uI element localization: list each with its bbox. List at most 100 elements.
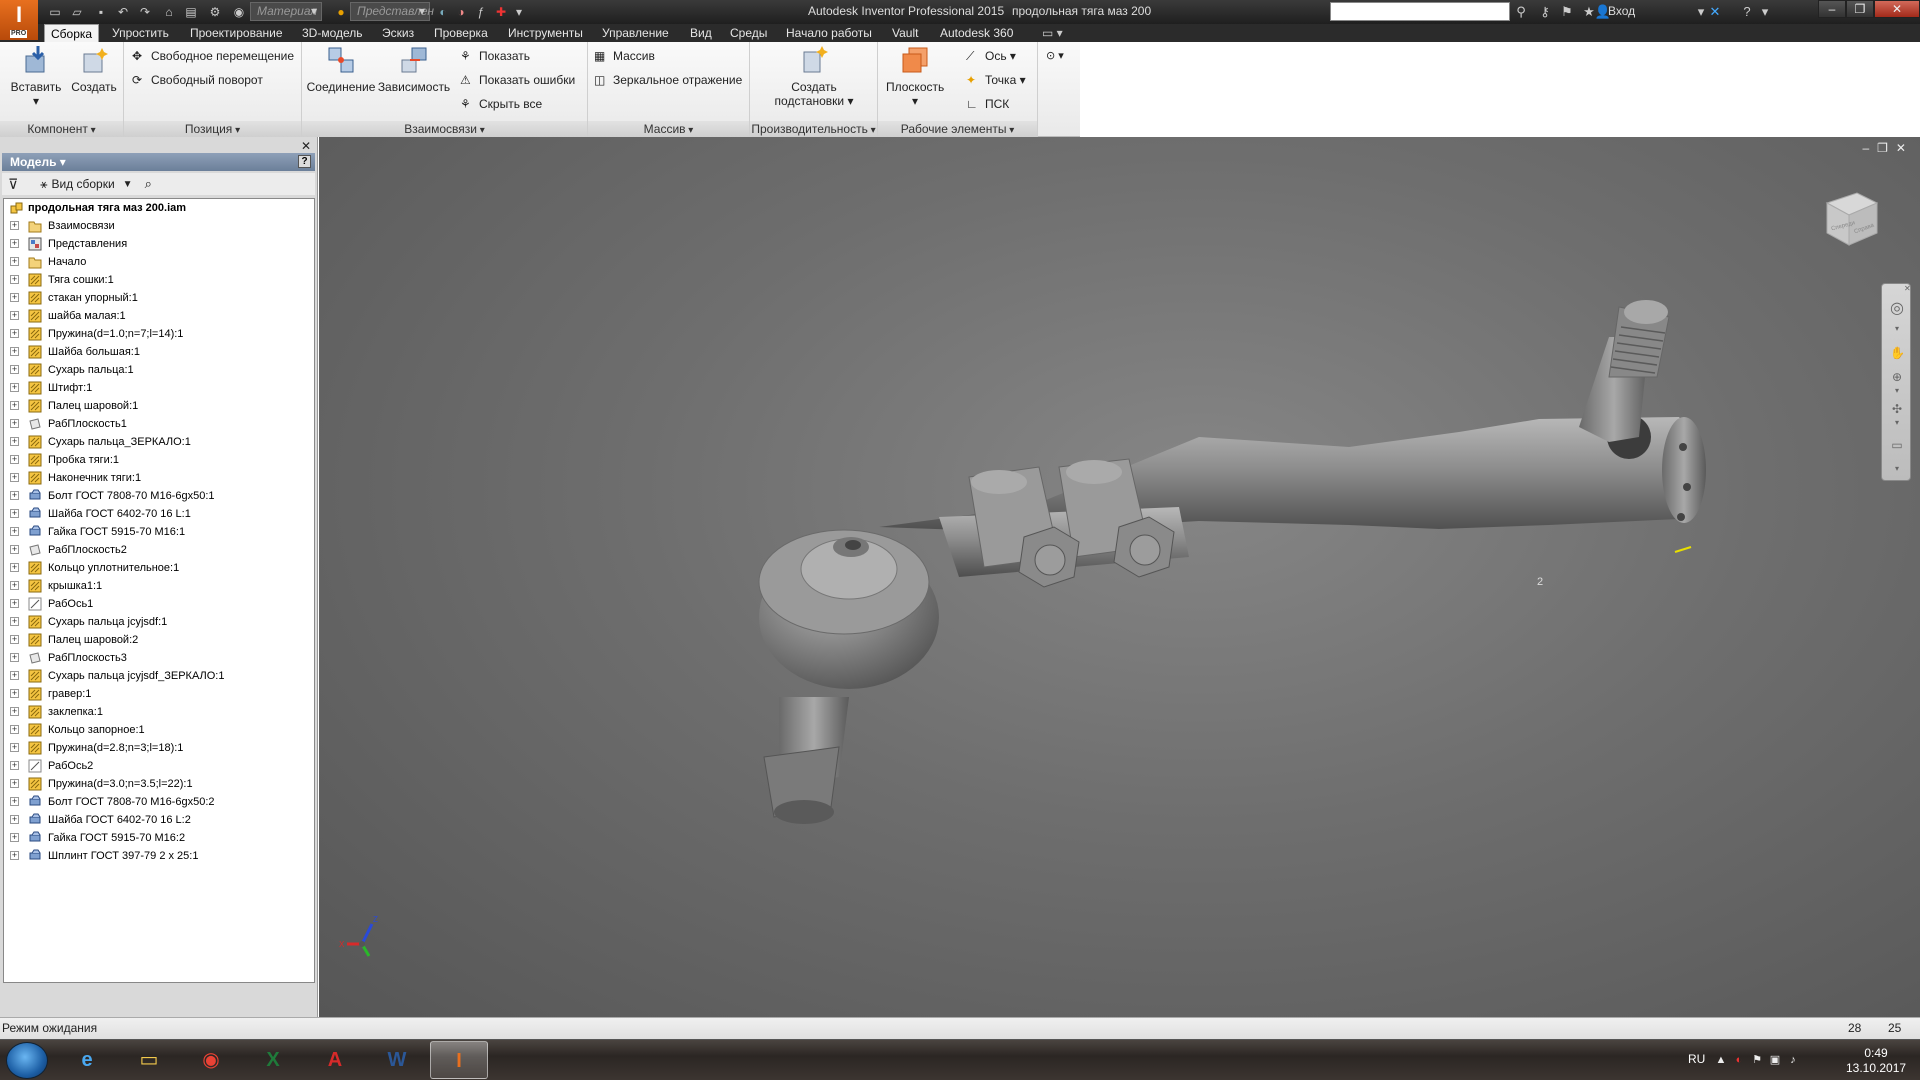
tree-item[interactable]: + Сухарь пальца jcyjsdf:1 (4, 613, 314, 631)
ucs-button[interactable]: ∟ ПСК (966, 97, 1009, 111)
tree-item[interactable]: + крышка1:1 (4, 577, 314, 595)
tree-item[interactable]: + РабОсь2 (4, 757, 314, 775)
close-button[interactable]: ✕ (1874, 0, 1920, 18)
tab-get-started[interactable]: Начало работы (780, 24, 878, 42)
expand-icon[interactable]: + (10, 329, 19, 338)
tab-autodesk-360[interactable]: Autodesk 360 (934, 24, 1019, 42)
autocad-icon[interactable]: A (306, 1041, 364, 1079)
help-icon[interactable]: ? (1738, 3, 1756, 21)
tree-item[interactable]: + Начало (4, 253, 314, 271)
panel-title-pattern[interactable]: Массив (588, 121, 749, 137)
expand-icon[interactable]: + (10, 293, 19, 302)
search-icon[interactable]: ⚲ (1512, 3, 1530, 21)
ribbon-overflow-icon[interactable]: ⊙ ▾ (1046, 49, 1064, 62)
language-indicator[interactable]: RU (1688, 1052, 1705, 1066)
word-icon[interactable]: W (368, 1041, 426, 1079)
tree-root[interactable]: продольная тяга маз 200.iam (4, 199, 314, 217)
expand-icon[interactable]: + (10, 221, 19, 230)
open-file-icon[interactable]: ▱ (68, 3, 86, 21)
tab-3d-model[interactable]: 3D-модель (296, 24, 369, 42)
expand-icon[interactable]: + (10, 653, 19, 662)
tab-simplify[interactable]: Упростить (106, 24, 175, 42)
adjust-icon[interactable]: ◐ (434, 3, 452, 21)
tree-item[interactable]: + Шайба ГОСТ 6402-70 16 L:2 (4, 811, 314, 829)
maximize-button[interactable]: ❐ (1846, 0, 1874, 18)
expand-icon[interactable]: + (10, 509, 19, 518)
tree-item[interactable]: + Сухарь пальца jcyjsdf_ЗЕРКАЛО:1 (4, 667, 314, 685)
expand-icon[interactable]: + (10, 581, 19, 590)
insert-button[interactable]: Вставить ▾ (8, 44, 64, 108)
tree-item[interactable]: + Пружина(d=3.0;n=3.5;l=22):1 (4, 775, 314, 793)
update-icon[interactable]: ⚙ (206, 3, 224, 21)
redo-icon[interactable]: ↷ (136, 3, 154, 21)
browser-close-icon[interactable]: ✕ (301, 139, 311, 153)
application-menu-button[interactable]: I PRO (0, 0, 38, 40)
action-center-icon[interactable]: ⚑ (1750, 1053, 1764, 1067)
show-button[interactable]: ⚘ Показать (460, 49, 530, 63)
expand-icon[interactable]: + (10, 797, 19, 806)
undo-icon[interactable]: ↶ (114, 3, 132, 21)
expand-icon[interactable]: + (10, 671, 19, 680)
expand-icon[interactable]: + (10, 617, 19, 626)
tab-view[interactable]: Вид (684, 24, 718, 42)
tree-item[interactable]: + Кольцо запорное:1 (4, 721, 314, 739)
clear-icon[interactable]: ◑ (452, 3, 470, 21)
save-icon[interactable]: ▪ (92, 3, 110, 21)
start-button[interactable] (6, 1042, 48, 1079)
return-icon[interactable]: ▤ (182, 3, 200, 21)
free-rotate-button[interactable]: ⟳ Свободный поворот (132, 73, 263, 87)
joint-button[interactable]: Соединение (306, 44, 376, 94)
panel-title-component[interactable]: Компонент (0, 121, 123, 137)
assembly-view-dropdown[interactable]: Вид сборки (51, 177, 114, 191)
graphics-viewport[interactable]: –❐✕ Спереди Справа ✕ ◎ ▾ ✋ ⊕ ▾ ✣ ▾ ▭ ▾ 2… (319, 137, 1920, 1017)
tree-item[interactable]: + Шайба ГОСТ 6402-70 16 L:1 (4, 505, 314, 523)
expand-icon[interactable]: + (10, 851, 19, 860)
tree-item[interactable]: + заклепка:1 (4, 703, 314, 721)
tree-item[interactable]: + Пружина(d=1.0;n=7;l=14):1 (4, 325, 314, 343)
file-explorer-icon[interactable]: ▭ (120, 1041, 178, 1079)
expand-icon[interactable]: + (10, 725, 19, 734)
tree-item[interactable]: + Гайка ГОСТ 5915-70 М16:2 (4, 829, 314, 847)
material-dropdown[interactable]: Материал (250, 2, 322, 21)
hide-all-button[interactable]: ⚘ Скрыть все (460, 97, 542, 111)
axis-button[interactable]: ⟋ Ось ▾ (966, 49, 1016, 63)
constrain-button[interactable]: Зависимость (376, 44, 452, 94)
tree-item[interactable]: + гравер:1 (4, 685, 314, 703)
view-dropdown-arrow-icon[interactable]: ▼ (123, 179, 133, 190)
find-icon[interactable]: ⌕ (145, 176, 152, 192)
expand-icon[interactable]: + (10, 401, 19, 410)
expand-icon[interactable]: + (10, 437, 19, 446)
inventor-taskbar-icon[interactable]: I (430, 1041, 488, 1079)
tree-item[interactable]: + Представления (4, 235, 314, 253)
excel-icon[interactable]: X (244, 1041, 302, 1079)
point-button[interactable]: ✦ Точка ▾ (966, 73, 1026, 87)
tab-inspect[interactable]: Проверка (428, 24, 494, 42)
antivirus-icon[interactable]: ◐ (1732, 1053, 1746, 1067)
plane-button[interactable]: Плоскость ▾ (886, 44, 944, 108)
expand-icon[interactable]: + (10, 779, 19, 788)
expand-icon[interactable]: + (10, 275, 19, 284)
expand-icon[interactable]: + (10, 707, 19, 716)
help-dropdown-icon[interactable]: ▾ (1756, 3, 1774, 21)
expand-icon[interactable]: + (10, 491, 19, 500)
tab-assemble[interactable]: Сборка (44, 24, 100, 42)
expand-icon[interactable]: + (10, 239, 19, 248)
expand-icon[interactable]: + (10, 311, 19, 320)
tree-item[interactable]: + Шплинт ГОСТ 397-79 2 x 25:1 (4, 847, 314, 865)
tab-environments[interactable]: Среды (724, 24, 773, 42)
expand-icon[interactable]: + (10, 563, 19, 572)
appearance-dropdown[interactable]: Представлен (350, 2, 434, 21)
panel-title-position[interactable]: Позиция (124, 121, 301, 137)
expand-icon[interactable]: + (10, 815, 19, 824)
internet-explorer-icon[interactable]: e (58, 1041, 116, 1079)
free-move-button[interactable]: ✥ Свободное перемещение (132, 49, 294, 63)
show-errors-button[interactable]: ⚠ Показать ошибки (460, 73, 575, 87)
tree-item[interactable]: + РабОсь1 (4, 595, 314, 613)
network-icon[interactable]: ▣ (1768, 1053, 1782, 1067)
tree-item[interactable]: + Гайка ГОСТ 5915-70 М16:1 (4, 523, 314, 541)
help-search-input[interactable] (1330, 2, 1510, 21)
new-file-icon[interactable]: ▭ (46, 3, 64, 21)
tray-expand-icon[interactable]: ▲ (1714, 1053, 1728, 1067)
tree-item[interactable]: + Пружина(d=2.8;n=3;l=18):1 (4, 739, 314, 757)
panel-title-relationships[interactable]: Взаимосвязи (302, 121, 587, 137)
